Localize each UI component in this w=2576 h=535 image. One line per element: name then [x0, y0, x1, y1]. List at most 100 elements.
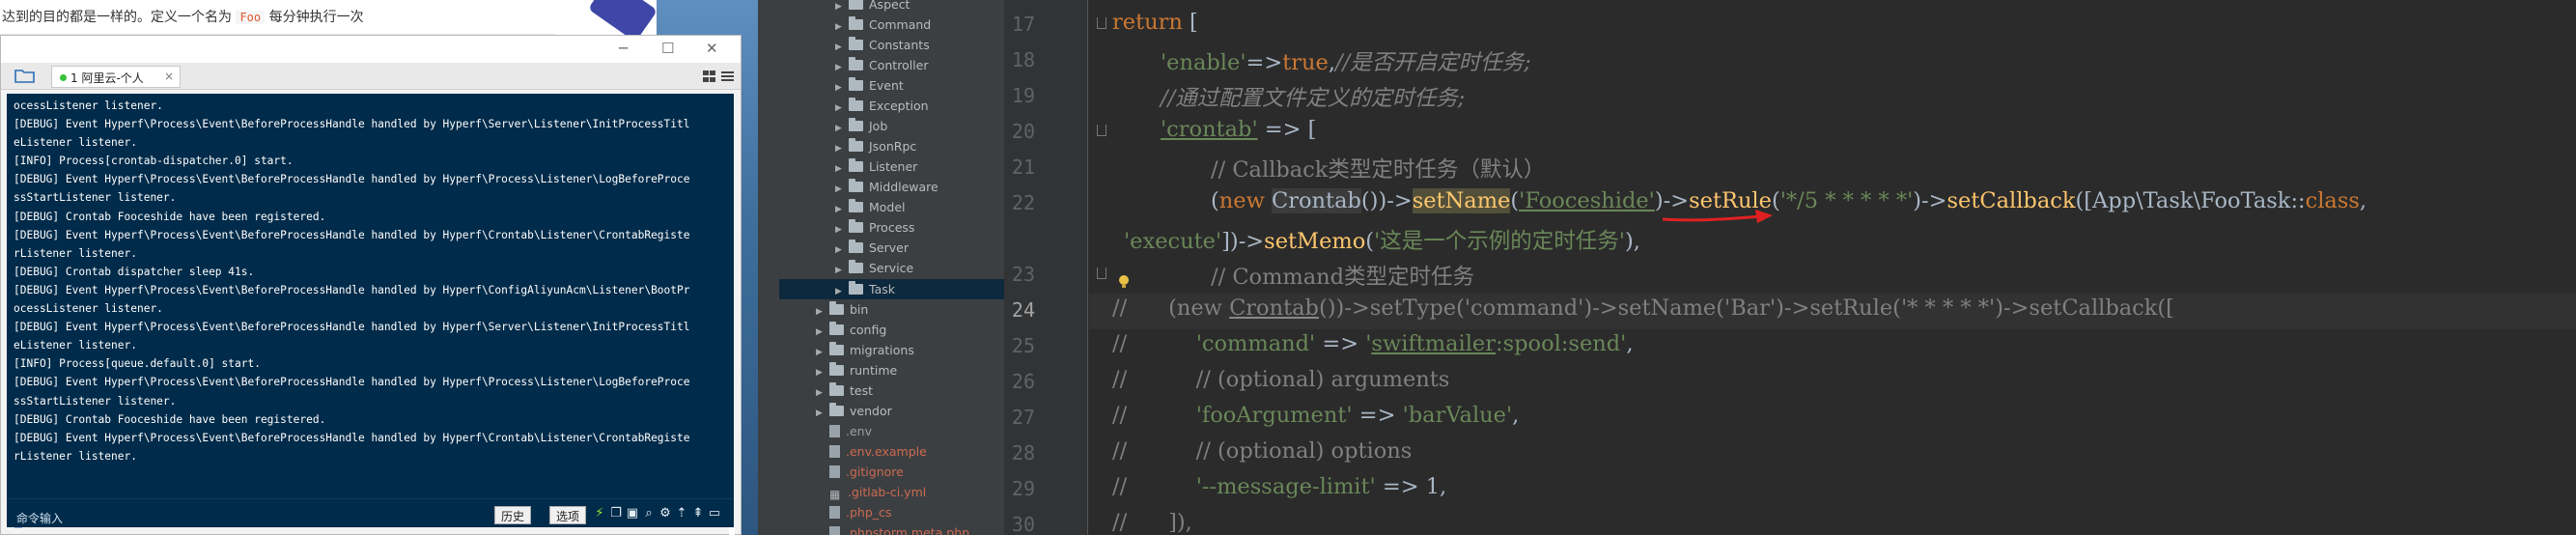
folder-icon	[829, 301, 844, 315]
folder-icon	[829, 382, 844, 396]
options-button[interactable]: 选项	[549, 506, 587, 524]
tree-folder[interactable]: ▶ Controller	[835, 55, 929, 75]
expand-arrow-icon[interactable]: ▶	[835, 261, 849, 281]
open-folder-icon[interactable]	[14, 67, 36, 84]
tree-folder-selected[interactable]: ▶ Task	[835, 279, 895, 299]
code-line-22-cont: 'execute'])->setMemo('这是一个示例的定时任务'),	[1124, 229, 1640, 254]
search-icon[interactable]: ⌕	[642, 507, 656, 521]
line-number: 18	[1011, 48, 1035, 71]
file-icon	[829, 506, 840, 519]
tree-file[interactable]: .env	[829, 421, 872, 441]
close-icon[interactable]: ✕	[706, 40, 718, 57]
terminal-line: ocessListener listener.	[14, 302, 163, 316]
gear-icon[interactable]: ⚙	[658, 507, 672, 521]
terminal-line: [DEBUG] Event Hyperf\Process\Event\Befor…	[14, 431, 690, 444]
tree-folder[interactable]: ▶ JsonRpc	[835, 136, 916, 156]
folder-icon	[849, 199, 863, 212]
tree-folder[interactable]: ▶ Aspect	[835, 0, 910, 14]
line-number: 17	[1011, 13, 1035, 36]
terminal-line: [DEBUG] Crontab Fooceshide have been reg…	[14, 412, 326, 426]
tree-file[interactable]: .env.example	[829, 441, 927, 462]
folder-icon	[849, 37, 863, 50]
lightning-icon[interactable]: ⚡	[593, 507, 606, 521]
terminal-line: [DEBUG] Event Hyperf\Process\Event\Befor…	[14, 118, 690, 131]
code-line-27: // 'fooArgument' => 'barValue',	[1112, 403, 1520, 428]
tree-folder[interactable]: ▶ Event	[835, 75, 904, 96]
tree-file[interactable]: ▦ .gitlab-ci.yml	[829, 482, 926, 502]
tree-folder[interactable]: ▶ Model	[835, 197, 906, 217]
terminal-tabbar: 1 阿里云-个人 ×	[1, 63, 741, 90]
layout-icons[interactable]	[702, 69, 735, 87]
line-number: 21	[1011, 155, 1035, 179]
tree-folder[interactable]: ▶ Exception	[835, 96, 929, 116]
tree-folder[interactable]: ▶ test	[816, 380, 873, 401]
tree-folder[interactable]: ▶ Middleware	[835, 177, 938, 197]
expand-arrow-icon[interactable]: ▶	[816, 404, 829, 424]
tree-file[interactable]: .php_cs	[829, 502, 891, 522]
terminal-line: eListener listener.	[14, 339, 137, 352]
tree-folder[interactable]: ▶ Job	[835, 116, 887, 136]
command-input[interactable]: 命令输入	[16, 510, 63, 526]
minimize-icon[interactable]: ─	[619, 40, 628, 57]
annotation-arrow	[1662, 210, 1773, 223]
fold-marker-icon[interactable]	[1097, 125, 1106, 136]
code-line-23: // Command类型定时任务	[1211, 265, 1475, 290]
tree-folder[interactable]: ▶ vendor	[816, 401, 892, 421]
code-editor[interactable]: 17 18 19 20 21 22 23 24 25 26 27 28 29 3…	[1004, 0, 2576, 535]
tab-label: 1 阿里云-个人	[70, 71, 144, 85]
code-line-30: // ]),	[1112, 510, 1192, 535]
folder-icon	[849, 16, 863, 30]
folder-icon	[849, 0, 863, 10]
tree-folder[interactable]: ▶ config	[816, 320, 886, 340]
fold-marker-icon[interactable]	[1097, 268, 1106, 279]
tree-folder[interactable]: ▶ Listener	[835, 156, 917, 177]
upload-icon[interactable]: ⇡	[675, 507, 688, 521]
folder-icon	[829, 403, 844, 416]
terminal-output[interactable]: ocessListener listener. [DEBUG] Event Hy…	[7, 94, 734, 498]
document-strip: 达到的目的都是一样的。定义一个名为 Foo 每分钟执行一次	[0, 0, 661, 42]
maximize-icon[interactable]: ☐	[661, 40, 674, 57]
fold-marker-icon[interactable]	[1097, 17, 1106, 29]
code-line-21: // Callback类型定时任务（默认）	[1211, 157, 1546, 183]
terminal-line: ssStartListener listener.	[14, 394, 177, 408]
tree-folder[interactable]: ▶ Process	[835, 217, 914, 238]
grid-layout-icon[interactable]	[702, 70, 735, 83]
folder-icon	[849, 219, 863, 233]
line-gutter: 17 18 19 20 21 22 23 24 25 26 27 28 29 3…	[1004, 0, 1106, 535]
doc-decoration	[555, 0, 661, 42]
connected-status-icon	[60, 74, 67, 81]
terminal-line: rListener listener.	[14, 246, 137, 260]
tree-folder[interactable]: ▶ Service	[835, 258, 913, 278]
folder-icon	[849, 158, 863, 172]
terminal-line: [DEBUG] Crontab Fooceshide have been reg…	[14, 210, 326, 223]
terminal-window: ─ ☐ ✕ 1 阿里云-个人 × ocessListener listener. …	[0, 35, 742, 535]
tree-folder[interactable]: ▶ runtime	[816, 360, 897, 380]
scroll-top-icon[interactable]: ⇞	[691, 507, 705, 521]
folder-icon	[849, 77, 863, 91]
tab-close-icon[interactable]: ×	[164, 70, 174, 83]
folder-icon	[849, 138, 863, 152]
fullscreen-icon[interactable]: ▭	[708, 507, 721, 521]
folder-icon	[829, 342, 844, 355]
line-number: 27	[1011, 406, 1035, 429]
line-number: 20	[1011, 120, 1035, 143]
folder-icon	[849, 98, 863, 111]
tree-file[interactable]: .gitignore	[829, 462, 904, 482]
folder-icon	[849, 281, 863, 295]
tree-folder[interactable]: ▶ Command	[835, 14, 931, 35]
tree-folder[interactable]: ▶ Constants	[835, 35, 930, 55]
copy-icon[interactable]: ❐	[609, 507, 623, 521]
code-line-20: 'crontab' => [	[1161, 117, 1317, 142]
lightbulb-icon[interactable]	[1118, 274, 1130, 290]
terminal-session-tab[interactable]: 1 阿里云-个人 ×	[51, 66, 181, 88]
tree-folder[interactable]: ▶ bin	[816, 299, 868, 320]
tree-folder[interactable]: ▶ Server	[835, 238, 909, 258]
code-line-28: // // (optional) options	[1112, 438, 1413, 464]
paste-icon[interactable]: ▣	[626, 507, 639, 521]
tree-folder[interactable]: ▶ migrations	[816, 340, 914, 360]
file-icon	[829, 445, 840, 458]
terminal-line: [DEBUG] Event Hyperf\Process\Event\Befor…	[14, 321, 690, 334]
code-line-24: // (new Crontab())->setType('command')->…	[1112, 296, 2174, 321]
tree-file[interactable]: .phpstorm.meta.php	[829, 522, 969, 535]
history-button[interactable]: 历史	[494, 506, 532, 524]
